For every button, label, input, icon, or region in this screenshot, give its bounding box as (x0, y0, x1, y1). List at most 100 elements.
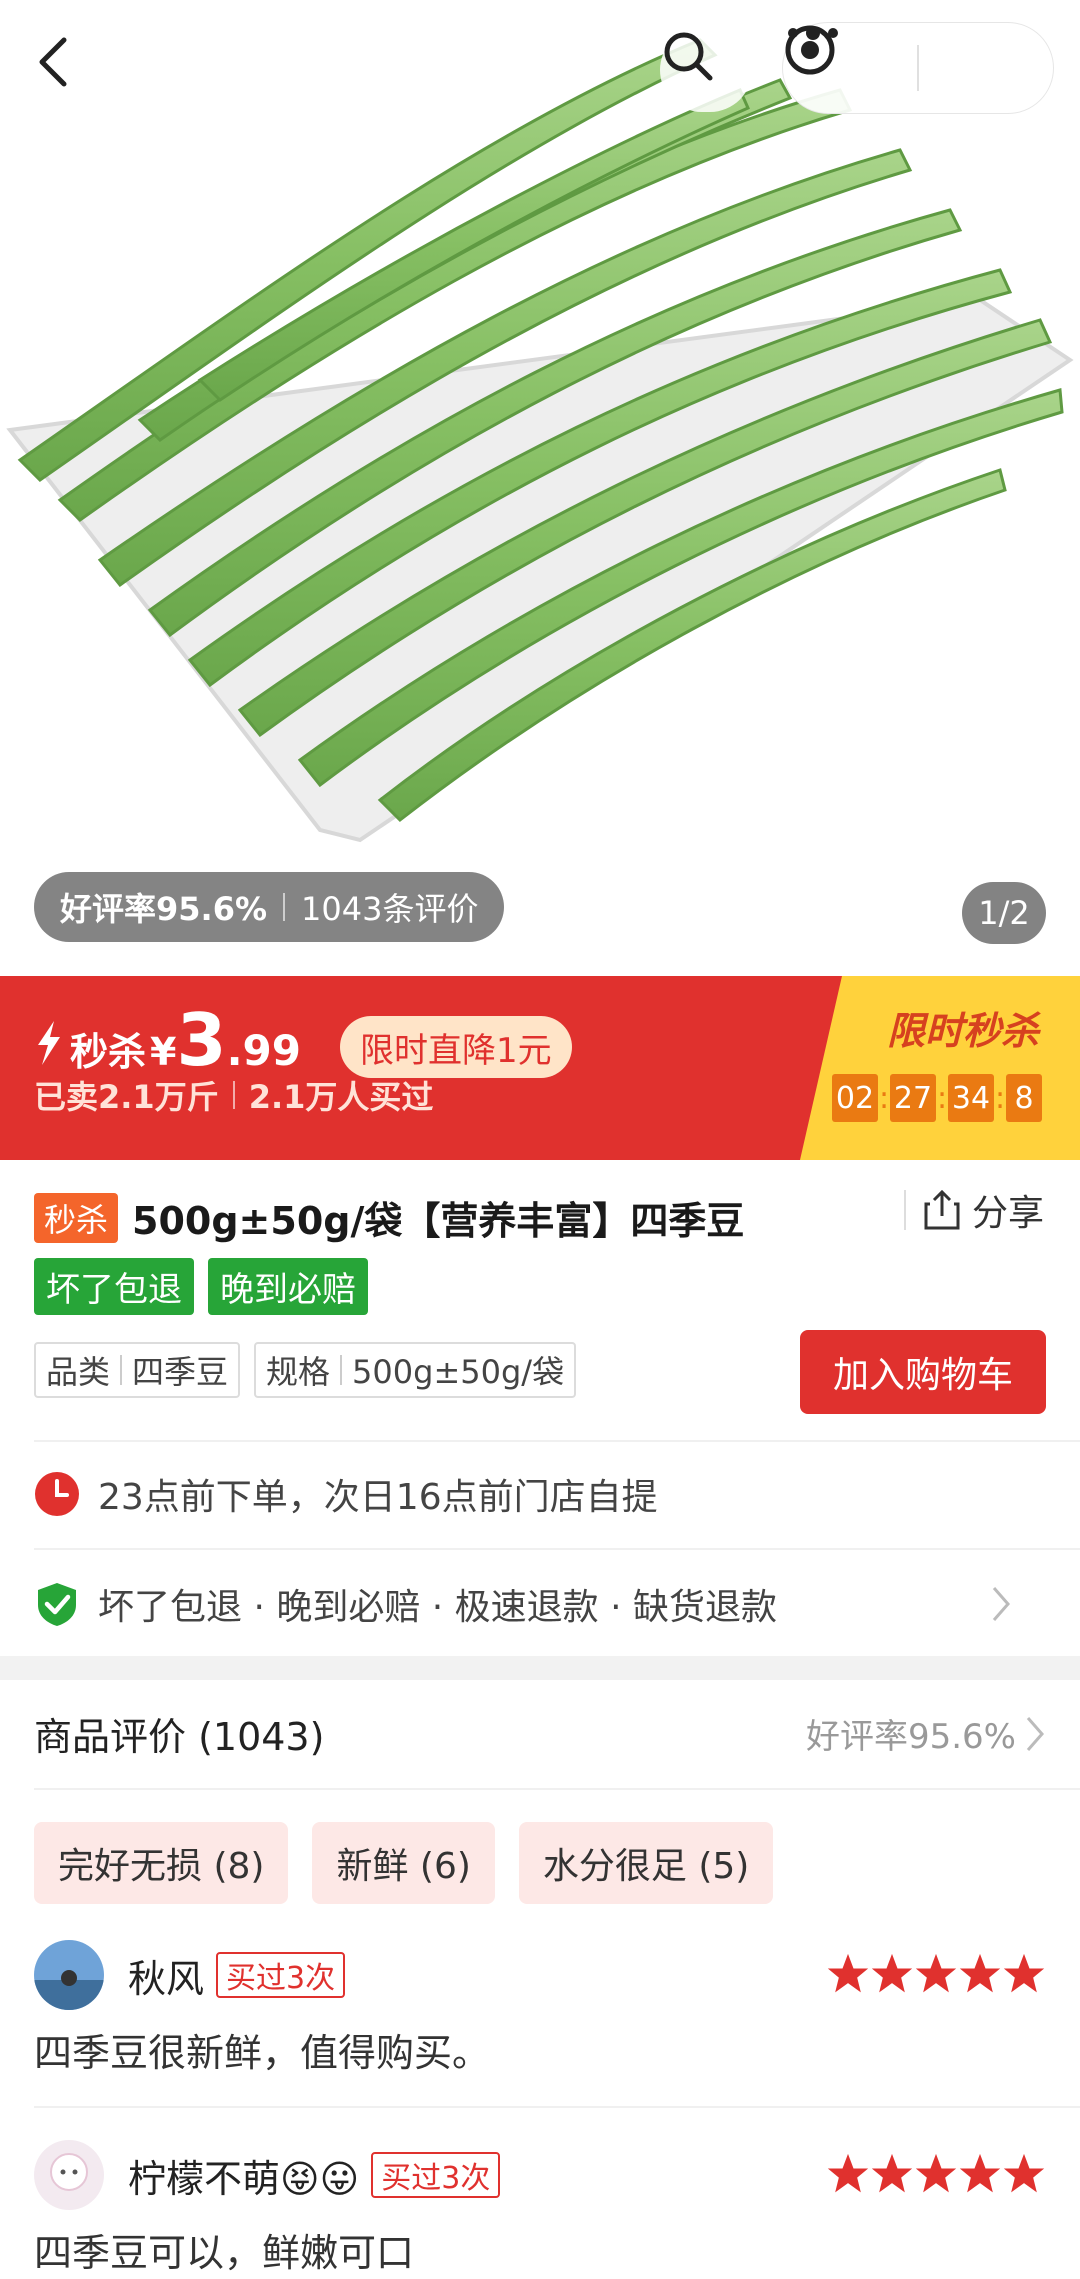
reviews-header[interactable]: 商品评价 (1043) 好评率95.6% (34, 1706, 1046, 1761)
sales-stats: 已卖2.1万斤 2.1万人买过 (34, 1072, 433, 1118)
review-item[interactable]: 秋风 买过3次 四季豆很新鲜，值得购买。 (34, 1940, 1046, 2077)
star-icon (1003, 2153, 1045, 2193)
chevron-right-icon (1026, 1716, 1044, 1751)
spec-size: 规格 500g±50g/袋 (254, 1342, 577, 1398)
positive-rate-label: 好评率95.6% (60, 890, 268, 928)
product-title-row: 秒杀 500g±50g/袋【营养丰富】四季豆 (34, 1190, 1054, 1245)
spec-category-value: 四季豆 (132, 1353, 229, 1391)
flash-sale-banner: 秒杀 ¥ 3 .99 限时直降1元 已卖2.1万斤 2.1万人买过 限时秒杀 0… (0, 976, 1080, 1160)
flash-sale-label: 秒杀 (70, 1030, 147, 1074)
spec-divider (120, 1355, 123, 1385)
chevron-left-icon (39, 37, 67, 87)
share-divider (904, 1190, 906, 1230)
flash-sale-tag: 秒杀 (34, 1192, 119, 1243)
service-guarantee-row[interactable]: 坏了包退 · 晚到必赔 · 极速退款 · 缺货退款 (34, 1578, 1046, 1630)
reviewer-name: 柠檬不萌😝😛 (128, 2156, 360, 2201)
star-icon (871, 1953, 913, 1993)
spec-category: 品类 四季豆 (34, 1342, 241, 1398)
review-count-label: 1043条评价 (301, 890, 479, 928)
review-keyword-tag[interactable]: 新鲜 (6) (312, 1822, 495, 1904)
star-icon (827, 1953, 869, 1993)
review-header: 秋风 买过3次 (34, 1940, 1046, 2010)
chevron-right-icon (992, 1587, 1010, 1621)
product-image-carousel[interactable]: 好评率95.6% 1043条评价 1/2 (0, 0, 1080, 976)
purchase-count-badge: 买过3次 (371, 2152, 501, 2198)
purchase-count-badge: 买过3次 (216, 1952, 346, 1998)
star-icon (915, 2153, 957, 2193)
sold-amount: 已卖2.1万斤 (34, 1078, 219, 1116)
price-integer: 3 (176, 998, 227, 1082)
image-page-indicator: 1/2 (962, 882, 1046, 944)
review-keyword-tag[interactable]: 水分很足 (5) (518, 1822, 774, 1904)
pill-divider (283, 893, 286, 921)
guarantee-tag: 坏了包退 (34, 1258, 194, 1315)
mini-program-capsule (782, 22, 1054, 114)
search-button[interactable] (660, 28, 752, 112)
reviews-title: 商品评价 (1043) (34, 1715, 325, 1759)
review-keyword-tag[interactable]: 完好无损 (8) (34, 1822, 289, 1904)
spec-size-value: 500g±50g/袋 (352, 1353, 565, 1391)
star-rating (826, 2152, 1046, 2196)
stats-divider (232, 1081, 235, 1109)
divider (34, 2106, 1080, 2108)
star-icon (959, 1953, 1001, 1993)
back-button[interactable] (34, 34, 98, 118)
countdown-colon: : (878, 1080, 890, 1116)
star-icon (871, 2153, 913, 2193)
price-decimal: .99 (226, 1026, 301, 1075)
spec-category-label: 品类 (46, 1353, 111, 1391)
countdown-colon: : (936, 1080, 948, 1116)
product-title: 500g±50g/袋【营养丰富】四季豆 (132, 1199, 745, 1243)
countdown-minutes: 27 (890, 1074, 936, 1122)
divider (34, 1548, 1080, 1550)
countdown-hours: 02 (832, 1074, 878, 1122)
avatar (34, 2140, 104, 2210)
review-text: 四季豆很新鲜，值得购买。 (34, 2031, 491, 2075)
divider (34, 1440, 1080, 1442)
price-drop-tag: 限时直降1元 (340, 1016, 572, 1078)
divider (34, 1788, 1080, 1790)
shield-check-icon (38, 1583, 76, 1626)
countdown-timer: 02 : 27 : 34 : 8 (832, 1074, 1042, 1122)
close-mini-program-button[interactable] (785, 23, 1053, 113)
delivery-info: 23点前下单，次日16点前门店自提 (34, 1468, 1046, 1520)
buyer-count: 2.1万人买过 (248, 1078, 434, 1116)
share-button[interactable]: 分享 (904, 1184, 1044, 1236)
avatar (34, 1940, 104, 2010)
review-text: 四季豆可以，鲜嫩可口 (34, 2231, 415, 2275)
add-to-cart-button[interactable]: 加入购物车 (800, 1330, 1046, 1414)
guarantee-tags: 坏了包退 晚到必赔 (34, 1258, 382, 1315)
countdown-seconds: 34 (948, 1074, 994, 1122)
star-icon (1003, 1953, 1045, 1993)
review-keyword-tags: 完好无损 (8) 新鲜 (6) 水分很足 (5) (34, 1822, 797, 1904)
limited-time-title: 限时秒杀 (886, 1009, 1039, 1053)
spec-size-label: 规格 (266, 1353, 331, 1391)
section-separator (0, 1656, 1080, 1680)
rating-summary-pill[interactable]: 好评率95.6% 1043条评价 (34, 872, 505, 942)
star-icon (827, 2153, 869, 2193)
reviews-rate: 好评率95.6% (806, 1709, 1046, 1758)
review-header: 柠檬不萌😝😛 买过3次 (34, 2140, 1046, 2210)
countdown-tenths: 8 (1006, 1074, 1042, 1122)
search-icon (664, 32, 713, 81)
currency-symbol: ¥ (150, 1030, 177, 1074)
share-label: 分享 (972, 1193, 1045, 1234)
product-image (6, 38, 1074, 843)
reviews-rate-label: 好评率95.6% (805, 1717, 1016, 1757)
target-icon (785, 25, 835, 75)
lightning-icon (38, 1021, 60, 1065)
spec-row: 品类 四季豆 规格 500g±50g/袋 (34, 1342, 590, 1398)
share-icon (924, 1189, 960, 1230)
delivery-text: 23点前下单，次日16点前门店自提 (98, 1477, 658, 1518)
review-item[interactable]: 柠檬不萌😝😛 买过3次 四季豆可以，鲜嫩可口 (34, 2140, 1046, 2277)
star-icon (915, 1953, 957, 1993)
service-text: 坏了包退 · 晚到必赔 · 极速退款 · 缺货退款 (98, 1587, 777, 1628)
star-icon (959, 2153, 1001, 2193)
countdown-colon: : (994, 1080, 1006, 1116)
guarantee-tag: 晚到必赔 (208, 1258, 368, 1315)
star-rating (826, 1952, 1046, 1996)
clock-icon (35, 1472, 79, 1516)
price-row: 秒杀 ¥ 3 .99 (34, 1004, 301, 1076)
spec-divider (340, 1355, 343, 1385)
reviewer-name: 秋风 (128, 1956, 205, 2001)
